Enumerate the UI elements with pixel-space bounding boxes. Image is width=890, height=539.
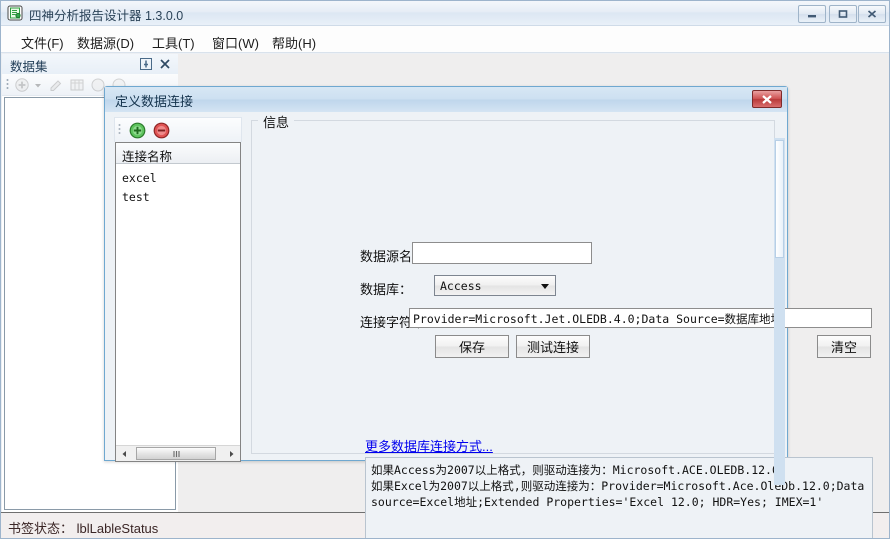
connection-string-input[interactable]: Provider=Microsoft.Jet.OLEDB.4.0;Data So… (409, 308, 872, 328)
window-close-button[interactable] (858, 5, 886, 23)
window-titlebar: 四神分析报告设计器 1.3.0.0 (1, 1, 889, 26)
test-connection-button[interactable]: 测试连接 (516, 335, 590, 358)
database-select[interactable]: Access (434, 275, 556, 296)
save-button[interactable]: 保存 (435, 335, 509, 358)
scrollbar-thumb[interactable] (136, 447, 216, 460)
list-item[interactable]: excel (122, 171, 157, 185)
menu-window[interactable]: 窗口(W) (206, 31, 265, 54)
chevron-left-icon[interactable] (118, 447, 131, 460)
pin-icon[interactable] (139, 57, 153, 71)
toolbar-grip[interactable] (6, 78, 9, 92)
dialog-body: 连接名称 excel test 信息 数据源名称： 数据库： Access 连接… (106, 112, 873, 538)
info-groupbox-legend: 信息 (258, 112, 295, 131)
chevron-right-icon[interactable] (225, 447, 238, 460)
connection-list[interactable]: 连接名称 excel test (115, 142, 241, 462)
app-icon (7, 5, 24, 21)
menubar: 文件(F) 数据源(D) 工具(T) 窗口(W) 帮助(H) (1, 26, 889, 53)
status-label: 书签状态： lblLableStatus (8, 521, 159, 536)
window-minimize-button[interactable] (798, 5, 826, 23)
connection-toolbar (114, 117, 242, 142)
define-data-connection-dialog: 定义数据连接 连接名称 excel test 信息 数据源名称： 数据库： Ac… (104, 86, 873, 538)
menu-help[interactable]: 帮助(H) (266, 31, 322, 54)
connection-list-column-header[interactable]: 连接名称 (116, 143, 240, 164)
dataset-panel-title: 数据集 (10, 60, 48, 74)
database-select-value: Access (440, 279, 482, 293)
remove-circle-icon[interactable] (153, 122, 170, 139)
toolbar-grip[interactable] (118, 123, 121, 138)
scrollbar-thumb[interactable] (775, 140, 784, 258)
window-maximize-button[interactable] (829, 5, 857, 23)
menu-tools[interactable]: 工具(T) (146, 31, 201, 54)
dialog-titlebar[interactable]: 定义数据连接 (105, 87, 787, 112)
dataset-panel-close-icon[interactable] (158, 57, 172, 71)
clear-button[interactable]: 清空 (817, 335, 871, 358)
dialog-vertical-scrollbar[interactable] (774, 138, 785, 485)
menu-file[interactable]: 文件(F) (15, 31, 70, 54)
dialog-title: 定义数据连接 (115, 94, 194, 109)
table-icon[interactable] (69, 77, 85, 93)
dataset-panel-header: 数据集 (2, 54, 178, 74)
menu-datasource[interactable]: 数据源(D) (71, 31, 140, 54)
chevron-down-icon (541, 284, 549, 289)
connection-list-column-label: 连接名称 (122, 150, 173, 164)
hint-textbox[interactable]: 如果Access为2007以上格式，则驱动连接为：Microsoft.ACE.O… (365, 457, 873, 538)
edit-icon[interactable] (48, 77, 64, 93)
list-item[interactable]: test (122, 190, 150, 204)
add-circle-icon[interactable] (129, 122, 146, 139)
more-connection-methods-link[interactable]: 更多数据库连接方式... (365, 436, 493, 455)
dropdown-arrow-icon[interactable] (33, 77, 43, 93)
application-window: 四神分析报告设计器 1.3.0.0 文件(F) 数据源(D) 工具(T) 窗口(… (0, 0, 890, 539)
dialog-close-button[interactable] (752, 90, 782, 108)
add-icon[interactable] (14, 77, 30, 93)
window-title: 四神分析报告设计器 1.3.0.0 (29, 9, 184, 23)
horizontal-scrollbar[interactable] (116, 445, 240, 461)
database-label: 数据库： (360, 282, 413, 297)
datasource-name-input[interactable] (412, 242, 592, 264)
